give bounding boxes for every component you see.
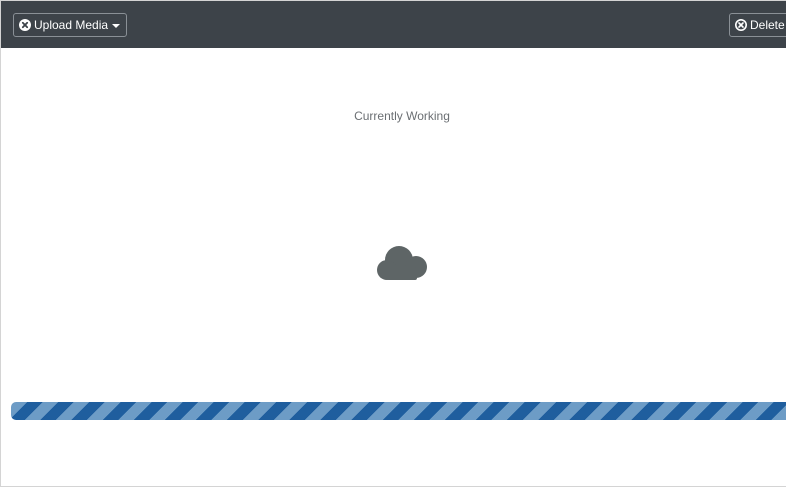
upload-media-button[interactable]: Upload Media bbox=[13, 13, 128, 37]
upload-media-label: Upload Media bbox=[34, 18, 109, 32]
upload-progress-bar bbox=[11, 402, 786, 420]
delete-icon bbox=[735, 19, 747, 31]
cloud-icon bbox=[375, 243, 431, 281]
delete-label: Delete bbox=[750, 18, 785, 32]
media-uploader: Upload Media Delete Currently Working bbox=[0, 0, 786, 487]
chevron-down-icon bbox=[112, 24, 121, 28]
delete-button[interactable]: Delete bbox=[729, 13, 786, 37]
toolbar: Upload Media Delete bbox=[1, 1, 786, 48]
upload-icon bbox=[19, 19, 31, 31]
status-text: Currently Working bbox=[354, 109, 450, 123]
